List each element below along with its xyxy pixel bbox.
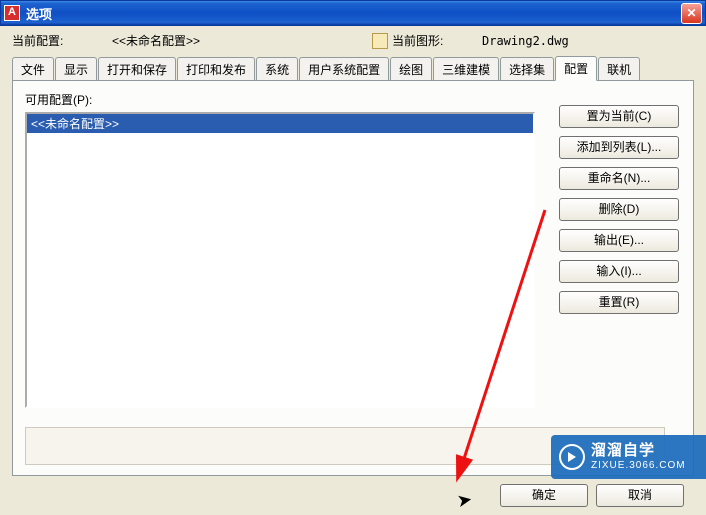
delete-button[interactable]: 删除(D) bbox=[559, 198, 679, 221]
tab-display[interactable]: 显示 bbox=[55, 57, 97, 81]
tab-user-preferences[interactable]: 用户系统配置 bbox=[299, 57, 389, 81]
tab-print-publish[interactable]: 打印和发布 bbox=[177, 57, 255, 81]
cancel-button[interactable]: 取消 bbox=[596, 484, 684, 507]
play-icon bbox=[559, 444, 585, 470]
mouse-cursor-icon: ➤ bbox=[455, 489, 474, 512]
tab-panel-profiles: 可用配置(P): <<未命名配置>> 置为当前(C) 添加到列表(L)... 重… bbox=[12, 80, 694, 476]
reset-button[interactable]: 重置(R) bbox=[559, 291, 679, 314]
watermark-name: 溜溜自学 bbox=[591, 442, 686, 460]
current-profile-value: <<未命名配置>> bbox=[112, 32, 372, 49]
app-icon bbox=[4, 5, 20, 21]
profiles-listbox[interactable]: <<未命名配置>> bbox=[25, 112, 535, 408]
current-drawing-label: 当前图形: bbox=[392, 32, 482, 49]
tabstrip: 文件 显示 打开和保存 打印和发布 系统 用户系统配置 绘图 三维建模 选择集 … bbox=[0, 51, 706, 80]
export-button[interactable]: 输出(E)... bbox=[559, 229, 679, 252]
tab-profiles[interactable]: 配置 bbox=[555, 56, 597, 81]
side-button-column: 置为当前(C) 添加到列表(L)... 重命名(N)... 删除(D) 输出(E… bbox=[559, 105, 679, 314]
import-button[interactable]: 输入(I)... bbox=[559, 260, 679, 283]
tab-system[interactable]: 系统 bbox=[256, 57, 298, 81]
drawing-icon bbox=[372, 33, 388, 49]
tab-file[interactable]: 文件 bbox=[12, 57, 54, 81]
info-row: 当前配置: <<未命名配置>> 当前图形: Drawing2.dwg bbox=[0, 26, 706, 51]
watermark-url: ZIXUE.3066.COM bbox=[591, 460, 686, 472]
close-button[interactable]: ✕ bbox=[681, 3, 702, 24]
set-current-button[interactable]: 置为当前(C) bbox=[559, 105, 679, 128]
add-to-list-button[interactable]: 添加到列表(L)... bbox=[559, 136, 679, 159]
dialog-button-row: 确定 取消 bbox=[500, 484, 684, 507]
tab-3d-modeling[interactable]: 三维建模 bbox=[433, 57, 499, 81]
tab-open-save[interactable]: 打开和保存 bbox=[98, 57, 176, 81]
tab-drafting[interactable]: 绘图 bbox=[390, 57, 432, 81]
close-icon: ✕ bbox=[686, 6, 696, 20]
tab-online[interactable]: 联机 bbox=[598, 57, 640, 81]
rename-button[interactable]: 重命名(N)... bbox=[559, 167, 679, 190]
current-profile-label: 当前配置: bbox=[12, 32, 112, 49]
tab-selection[interactable]: 选择集 bbox=[500, 57, 554, 81]
window-title: 选项 bbox=[26, 4, 681, 23]
watermark: 溜溜自学 ZIXUE.3066.COM bbox=[551, 435, 706, 479]
ok-button[interactable]: 确定 bbox=[500, 484, 588, 507]
list-item[interactable]: <<未命名配置>> bbox=[27, 114, 533, 133]
titlebar: 选项 ✕ bbox=[0, 0, 706, 26]
current-drawing-value: Drawing2.dwg bbox=[482, 34, 569, 48]
